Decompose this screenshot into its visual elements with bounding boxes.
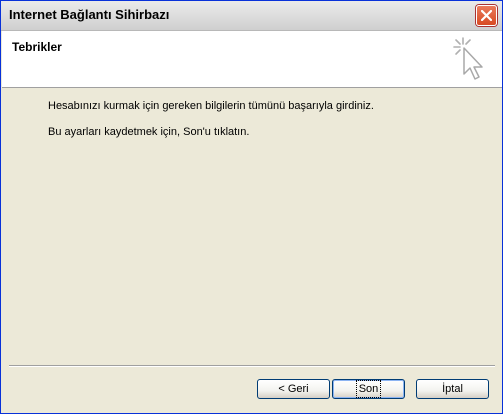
wizard-header: Tebrikler [2, 31, 502, 88]
back-button[interactable]: < Geri [257, 379, 330, 399]
wizard-window: Internet Bağlantı Sihirbazı Tebrikler He… [0, 0, 503, 414]
wizard-body: Hesabınızı kurmak için gereken bilgileri… [2, 88, 502, 364]
cancel-button[interactable]: İptal [416, 379, 489, 399]
finish-button-label: Son [355, 380, 382, 398]
title-bar[interactable]: Internet Bağlantı Sihirbazı [1, 1, 502, 31]
summary-text: Hesabınızı kurmak için gereken bilgileri… [48, 100, 374, 112]
close-icon [481, 10, 492, 21]
footer-divider [9, 365, 495, 367]
close-button[interactable] [476, 5, 497, 26]
window-title: Internet Bağlantı Sihirbazı [9, 7, 170, 22]
wizard-cursor-sparkle-icon [453, 37, 483, 80]
instruction-text: Bu ayarları kaydetmek için, Son'u tıklat… [48, 126, 250, 138]
page-title: Tebrikler [12, 40, 62, 54]
finish-button[interactable]: Son [332, 379, 405, 399]
